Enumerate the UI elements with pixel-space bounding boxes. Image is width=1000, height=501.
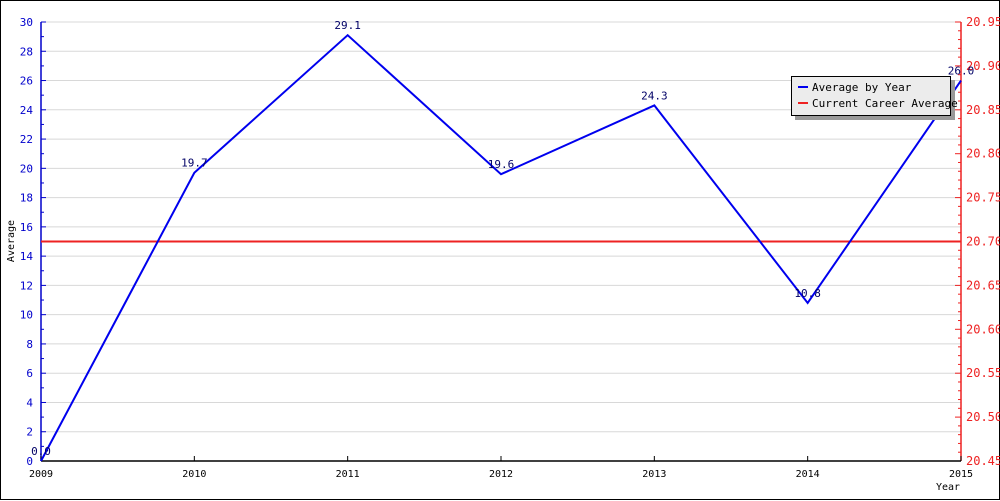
x-tick-label: 2011: [336, 469, 360, 480]
y-tick-label: 26: [20, 75, 33, 88]
y-tick-label: 8: [26, 338, 33, 351]
legend-label: Average by Year: [812, 81, 912, 94]
y-tick-label: 6: [26, 367, 33, 380]
data-label: 29.1: [334, 19, 361, 32]
y2-tick-label: 20.70: [966, 235, 1000, 249]
x-tick-label: 2012: [489, 469, 513, 480]
y-tick-label: 18: [20, 192, 33, 205]
y2-tick-label: 20.95: [966, 15, 1000, 29]
y2-tick-label: 20.85: [966, 103, 1000, 117]
x-tick-label: 2010: [182, 469, 206, 480]
y2-tick-label: 20.55: [966, 366, 1000, 380]
y-tick-label: 14: [20, 250, 34, 263]
y2-tick-label: 20.60: [966, 322, 1000, 336]
y-axis-label: Average: [6, 220, 17, 262]
y2-tick-label: 20.45: [966, 454, 1000, 468]
y2-tick-label: 20.75: [966, 191, 1000, 205]
y-tick-label: 12: [20, 279, 33, 292]
data-label: 10.8: [794, 287, 821, 300]
x-tick-label: 2013: [642, 469, 666, 480]
x-tick-label: 2014: [796, 469, 820, 480]
data-label: 24.3: [641, 89, 668, 102]
y-tick-label: 24: [20, 104, 34, 117]
y-tick-label: 20: [20, 162, 33, 175]
legend: Average by Year Current Career Average: [791, 76, 958, 116]
x-axis-label: Year: [936, 482, 960, 493]
y2-tick-label: 20.80: [966, 147, 1000, 161]
x-tick-label: 2009: [29, 469, 53, 480]
y-tick-label: 16: [20, 221, 33, 234]
legend-item-average-by-year: Average by Year: [798, 81, 911, 95]
legend-swatch-blue: [798, 86, 808, 88]
y-tick-label: 30: [20, 16, 33, 29]
chart-frame: 0 2 4 6 8 10 12 14 16 18 20 22 24 26 28 30 20.45 20.50 20.…: [0, 0, 1000, 500]
data-label: 26.0: [948, 65, 975, 78]
y-tick-label: 22: [20, 133, 33, 146]
y2-tick-label: 20.50: [966, 410, 1000, 424]
data-label: 19.6: [488, 158, 515, 171]
y-tick-label: 28: [20, 45, 33, 58]
legend-label: Current Career Average: [812, 97, 958, 110]
y-tick-label: 2: [26, 426, 33, 439]
y-tick-label: 4: [26, 396, 33, 409]
legend-item-career-average: Current Career Average: [798, 97, 958, 111]
data-label: 19.7: [181, 157, 208, 170]
data-label: 0.0: [31, 445, 51, 458]
legend-swatch-red: [798, 102, 808, 104]
y-tick-label: 10: [20, 309, 33, 322]
y2-tick-label: 20.65: [966, 278, 1000, 292]
x-tick-label: 2015: [949, 469, 973, 480]
